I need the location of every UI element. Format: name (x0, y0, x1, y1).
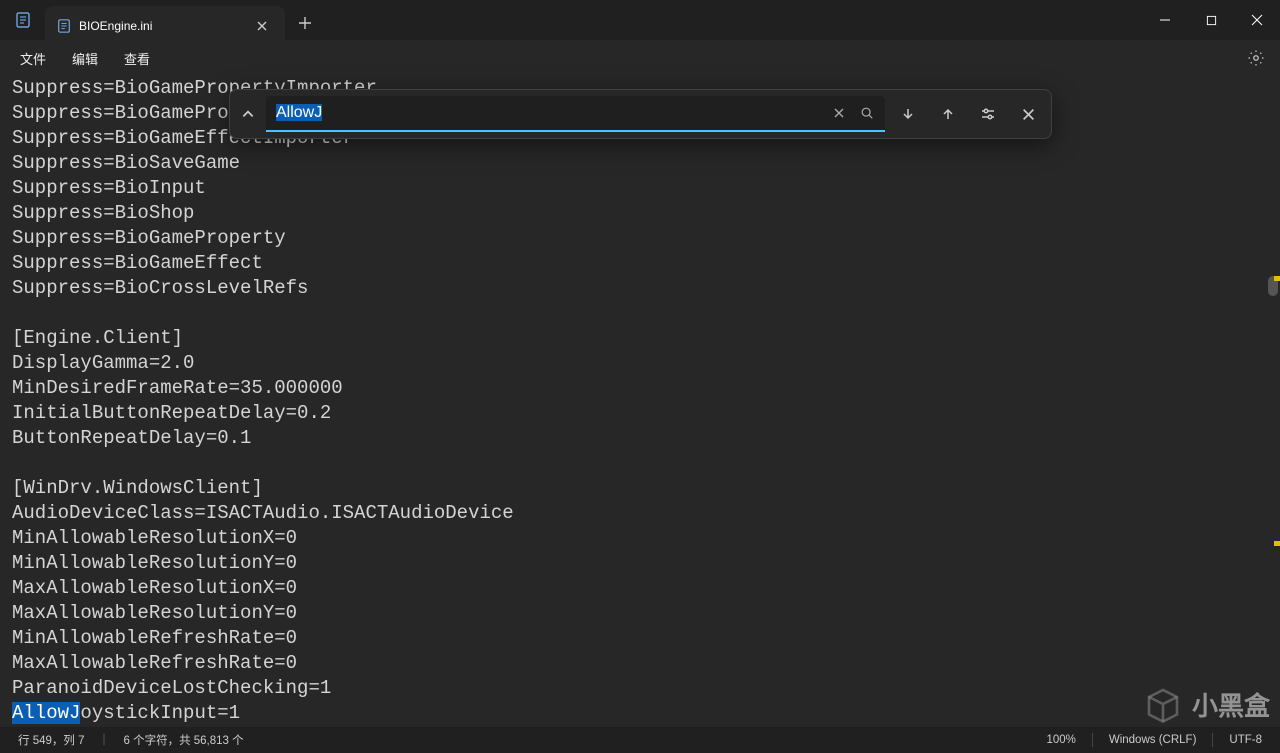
editor-line: Suppress=BioCrossLevelRefs (12, 276, 1280, 301)
editor-line (12, 301, 1280, 326)
find-expand-toggle[interactable] (236, 95, 260, 133)
editor-line: AllowJoystickInput=1 (12, 701, 1280, 726)
minimize-button[interactable] (1142, 0, 1188, 40)
editor-line: MaxAllowableResolutionY=0 (12, 601, 1280, 626)
editor-line: MinAllowableResolutionY=0 (12, 551, 1280, 576)
tab-active[interactable]: BIOEngine.ini (45, 6, 285, 46)
editor-line: DisplayGamma=2.0 (12, 351, 1280, 376)
search-icon[interactable] (853, 99, 881, 127)
titlebar-spacer (325, 0, 1142, 40)
status-encoding[interactable]: UTF-8 (1219, 734, 1272, 746)
file-icon (57, 19, 71, 33)
editor-line: InitialButtonRepeatDelay=0.2 (12, 401, 1280, 426)
editor-line: Suppress=BioInput (12, 176, 1280, 201)
find-next-button[interactable] (891, 97, 925, 131)
new-tab-button[interactable] (285, 6, 325, 40)
editor-line: ParanoidDeviceLostChecking=1 (12, 676, 1280, 701)
find-input-wrap: AllowJ (266, 96, 885, 132)
editor-line: MaxAllowableRefreshRate=0 (12, 651, 1280, 676)
status-cursor-pos[interactable]: 行 549，列 7 (8, 732, 94, 748)
find-prev-button[interactable] (931, 97, 965, 131)
editor-line (12, 451, 1280, 476)
editor-line: AudioDeviceClass=ISACTAudio.ISACTAudioDe… (12, 501, 1280, 526)
tab-close-button[interactable] (251, 15, 273, 37)
app-icon (0, 0, 45, 40)
close-window-button[interactable] (1234, 0, 1280, 40)
maximize-button[interactable] (1188, 0, 1234, 40)
menu-edit[interactable]: 编辑 (60, 45, 110, 72)
editor-line: MinDesiredFrameRate=35.000000 (12, 376, 1280, 401)
editor-line: MinAllowableResolutionX=0 (12, 526, 1280, 551)
settings-button[interactable] (1240, 42, 1272, 74)
editor-line: [Engine.Client] (12, 326, 1280, 351)
find-options-button[interactable] (971, 97, 1005, 131)
menu-file[interactable]: 文件 (8, 45, 58, 72)
editor-area[interactable]: Suppress=BioGamePropertyImporterSuppress… (0, 76, 1280, 727)
marker-tick (1274, 541, 1280, 546)
editor-line: [WinDrv.WindowsClient] (12, 476, 1280, 501)
editor-line: Suppress=BioGameProperty (12, 226, 1280, 251)
status-line-ending[interactable]: Windows (CRLF) (1099, 734, 1207, 746)
status-zoom[interactable]: 100% (1036, 734, 1085, 746)
editor-line: MaxAllowableResolutionX=0 (12, 576, 1280, 601)
titlebar: BIOEngine.ini (0, 0, 1280, 40)
find-bar: AllowJ (229, 89, 1052, 139)
divider (1092, 733, 1093, 747)
marker-tick (1274, 276, 1280, 281)
scrollbar-track[interactable] (1266, 76, 1280, 727)
editor-line: Suppress=BioShop (12, 201, 1280, 226)
clear-search-button[interactable] (825, 99, 853, 127)
editor-line: Suppress=BioSaveGame (12, 151, 1280, 176)
statusbar: 行 549，列 7 | 6 个字符，共 56,813 个 100% Window… (0, 727, 1280, 753)
window-controls (1142, 0, 1280, 40)
editor-line: Suppress=BioGameEffect (12, 251, 1280, 276)
close-find-button[interactable] (1011, 97, 1045, 131)
divider (1212, 733, 1213, 747)
status-selection: 6 个字符，共 56,813 个 (113, 732, 253, 748)
tab-title: BIOEngine.ini (79, 19, 243, 33)
find-input[interactable] (322, 103, 573, 123)
editor-line: ButtonRepeatDelay=0.1 (12, 426, 1280, 451)
editor-line: MinAllowableRefreshRate=0 (12, 626, 1280, 651)
divider: | (102, 734, 105, 746)
menu-view[interactable]: 查看 (112, 45, 162, 72)
